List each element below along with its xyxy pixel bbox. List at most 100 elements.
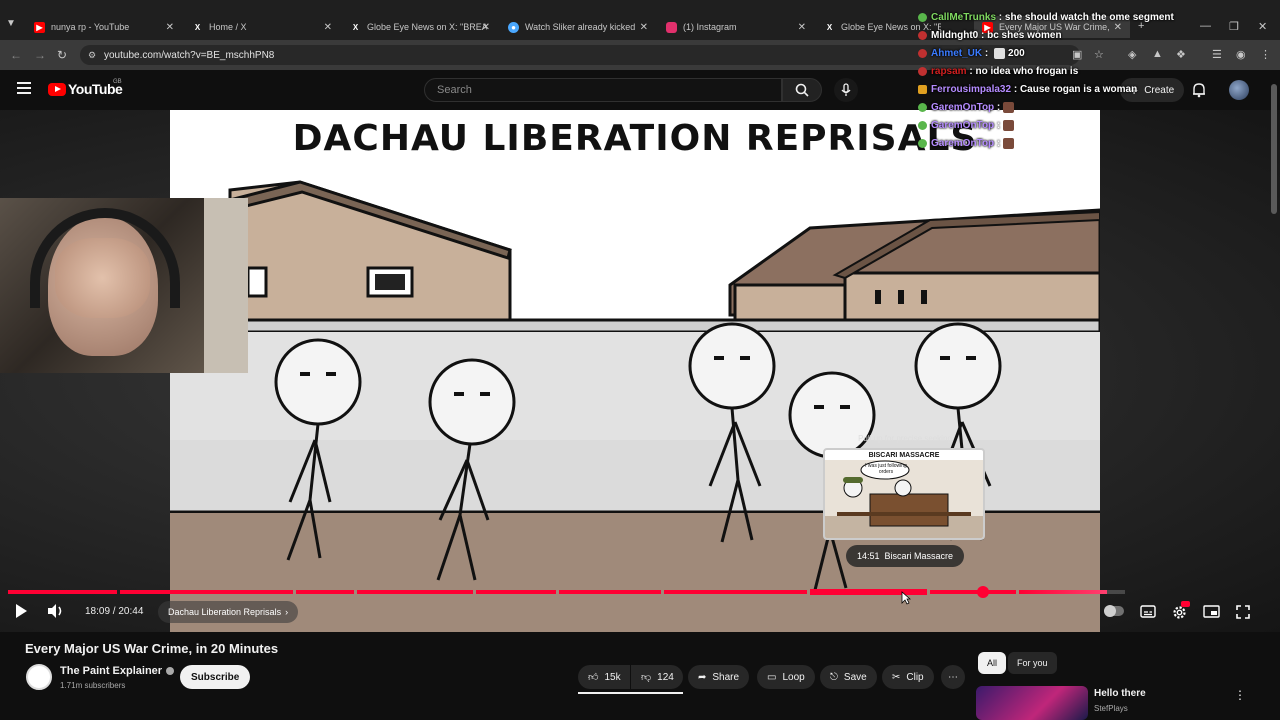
chapter-segment — [664, 590, 807, 594]
badge-icon — [918, 48, 927, 58]
chapter-segment — [296, 590, 354, 594]
emote-icon — [1003, 137, 1015, 149]
autoplay-toggle[interactable] — [1104, 605, 1124, 617]
loop-button[interactable]: ▭ Loop — [757, 665, 815, 689]
filter-chip-all[interactable]: All — [978, 652, 1007, 674]
webcam-overlay — [0, 198, 248, 373]
dislike-button[interactable]: 👎︎ 124 — [631, 665, 683, 689]
close-icon[interactable]: ✕ — [640, 22, 648, 33]
chapter-segment — [476, 590, 556, 594]
captions-icon — [1140, 605, 1156, 618]
clip-label: Clip — [906, 671, 924, 683]
more-actions-button[interactable]: ⋯ — [941, 665, 965, 689]
tab-title: Globe Eye News on X: "BREAKI — [367, 22, 487, 32]
tab-title: (1) Instagram — [683, 22, 737, 32]
chat-message: rapsam : no idea who frogan is — [918, 62, 1280, 80]
settings-button[interactable] — [1171, 601, 1190, 621]
page-scrollbar[interactable] — [1271, 84, 1277, 214]
site-info-icon[interactable]: ⚙ — [88, 50, 96, 61]
recommendation-thumbnail[interactable] — [976, 686, 1088, 720]
globe-icon: ● — [508, 21, 519, 33]
reload-icon[interactable]: ↻ — [57, 48, 67, 62]
channel-avatar[interactable] — [26, 664, 52, 690]
subscribe-button[interactable]: Subscribe — [180, 665, 251, 689]
video-player[interactable]: DACHAU LIBERATION REPRISALS — [0, 110, 1280, 632]
youtube-play-icon — [48, 82, 66, 96]
recommendation-channel[interactable]: StefPlays — [1094, 704, 1128, 713]
forward-icon[interactable]: → — [34, 48, 46, 62]
tab-4[interactable]: (1) Instagram ✕ — [658, 16, 814, 38]
tab-2[interactable]: X Globe Eye News on X: "BREAKI ✕ — [342, 16, 498, 38]
subscriber-count: 1.71m subscribers — [60, 681, 126, 690]
progress-bar[interactable] — [8, 586, 1188, 598]
seek-hint: Pull up for precise seeking — [858, 434, 952, 443]
close-icon[interactable]: ✕ — [324, 22, 332, 33]
share-button[interactable]: ➦ Share — [688, 665, 750, 689]
like-ratio-bar — [578, 692, 683, 694]
volume-icon — [48, 604, 62, 618]
badge-icon — [918, 30, 927, 40]
recommendation-title[interactable]: Hello there — [1094, 688, 1146, 699]
emote-icon — [994, 47, 1006, 59]
tab-1[interactable]: X Home / X ✕ — [184, 16, 340, 38]
tab-0[interactable]: ▶ nunya rp - YouTube ✕ — [26, 16, 182, 38]
back-icon[interactable]: ← — [10, 48, 22, 62]
share-icon: ➦ — [698, 671, 707, 683]
chat-message: Mildnght0 : bc shes women — [918, 26, 1280, 44]
like-count: 15k — [604, 671, 621, 683]
channel-name[interactable]: The Paint Explainer — [60, 665, 175, 677]
close-icon[interactable]: ✕ — [482, 22, 490, 33]
badge-icon — [918, 138, 927, 148]
hd-badge — [1181, 601, 1190, 607]
play-button[interactable] — [14, 603, 28, 619]
search-input[interactable]: Search — [424, 78, 782, 102]
fullscreen-button[interactable] — [1236, 605, 1250, 619]
channel-name-text: The Paint Explainer — [60, 665, 163, 677]
search-button[interactable] — [782, 78, 822, 102]
youtube-logo[interactable]: YouTube GB — [48, 79, 123, 97]
close-icon[interactable]: ✕ — [798, 22, 806, 33]
chat-message: GaremOnTop : — [918, 134, 1280, 152]
chapter-segment — [1019, 590, 1107, 594]
chat-text: Cause rogan is a woman — [1019, 83, 1138, 95]
chapter-segment — [930, 590, 1016, 594]
chat-text: bc shes women — [987, 29, 1062, 41]
save-button[interactable]: ⎋ Save — [820, 665, 877, 689]
close-icon[interactable]: ✕ — [166, 22, 174, 33]
voice-search-button[interactable] — [834, 78, 858, 102]
chat-username: GaremOnTop — [931, 119, 995, 131]
chat-text: 200 — [1008, 47, 1025, 59]
scissors-icon: ✂ — [892, 671, 901, 683]
chapter-segment — [120, 590, 293, 594]
like-button[interactable]: 👍︎ 15k — [578, 665, 630, 689]
more-vertical-icon[interactable]: ⋮ — [1234, 688, 1246, 702]
subtitles-button[interactable] — [1140, 605, 1156, 618]
toggle-knob — [1104, 605, 1116, 617]
share-label: Share — [712, 671, 740, 683]
loop-icon: ▭ — [767, 671, 777, 683]
tab-search-icon[interactable]: ▼ — [6, 18, 22, 34]
chat-message: Ahmet_UK : 200 — [918, 44, 1280, 62]
badge-icon — [918, 12, 927, 22]
chapter-segment — [8, 590, 117, 594]
tab-3[interactable]: ● Watch Sliker already kicked out ✕ — [500, 16, 656, 38]
chat-message: GaremOnTop : — [918, 98, 1280, 116]
x-icon: X — [826, 22, 833, 32]
volume-button[interactable] — [47, 603, 65, 619]
chapter-button[interactable]: Dachau Liberation Reprisals › — [158, 601, 299, 623]
chat-message: CallMeTrunks : she should watch the ome … — [918, 8, 1280, 26]
hamburger-menu-icon[interactable] — [17, 82, 31, 94]
streamer-hand — [55, 238, 150, 318]
emote-icon — [1003, 119, 1015, 131]
bookmark-icon: ⎋ — [830, 671, 838, 683]
x-icon: X — [352, 22, 359, 32]
chat-username: Ferrousimpala32 — [931, 83, 1012, 95]
chat-overlay: CallMeTrunks : she should watch the ome … — [918, 8, 1280, 152]
x-icon: X — [194, 22, 201, 32]
miniplayer-button[interactable] — [1203, 605, 1220, 618]
chapter-segment — [559, 590, 661, 594]
filter-chip-for-you[interactable]: For you — [1008, 652, 1057, 674]
time-display: 18:09 / 20:44 — [85, 606, 144, 617]
clip-button[interactable]: ✂ Clip — [882, 665, 934, 689]
chapter-label: Dachau Liberation Reprisals — [168, 607, 282, 617]
